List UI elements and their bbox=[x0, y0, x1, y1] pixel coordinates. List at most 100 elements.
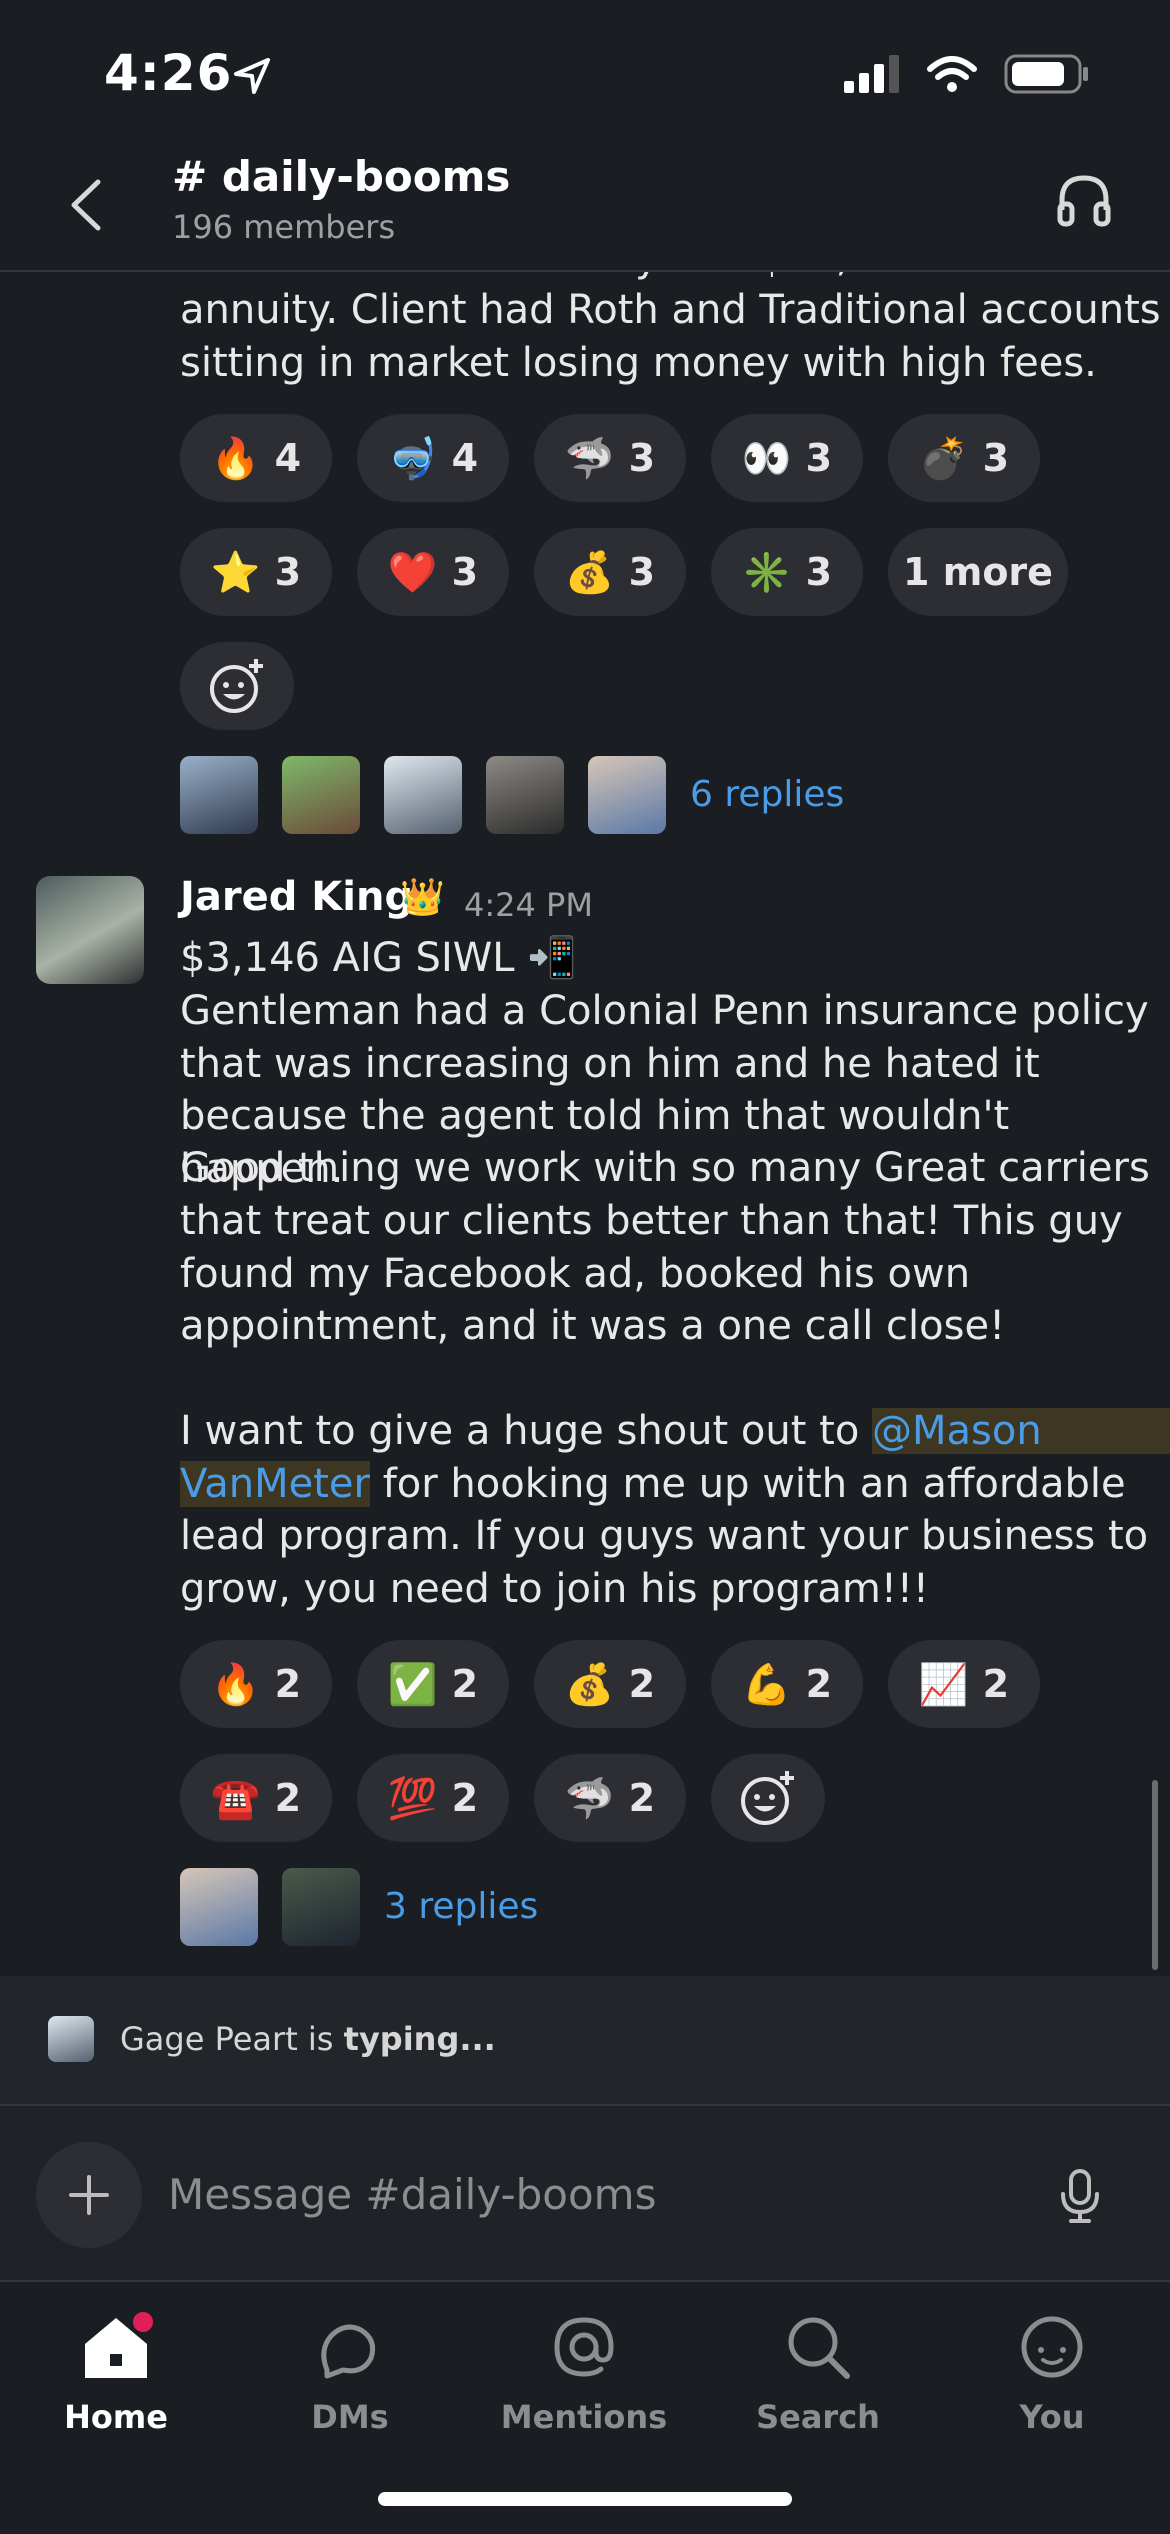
scrollbar[interactable] bbox=[1152, 1780, 1158, 1970]
channel-header: # daily-booms 196 members bbox=[0, 130, 1170, 272]
reaction-emoji: ⭐ bbox=[210, 549, 261, 596]
message-text: I want to give a huge shout out to @Maso… bbox=[180, 1405, 1170, 1458]
add-reaction-button[interactable] bbox=[180, 642, 294, 730]
reaction-pill[interactable]: ❤️ 3 bbox=[357, 528, 509, 616]
typing-text: Gage Peart is typing... bbox=[120, 2020, 496, 2058]
attach-button[interactable] bbox=[36, 2142, 142, 2248]
channel-member-count[interactable]: 196 members bbox=[172, 208, 395, 246]
reaction-emoji: 📈 bbox=[918, 1661, 969, 1708]
reaction-pill[interactable]: 🔥 4 bbox=[180, 414, 332, 502]
reaction-count: 4 bbox=[451, 436, 479, 480]
reaction-pill[interactable]: 👀 3 bbox=[711, 414, 863, 502]
message-headline: $3,146 AIG SIWL 📲 bbox=[180, 935, 578, 981]
reaction-pill[interactable]: 💪 2 bbox=[711, 1640, 863, 1728]
tab-dms[interactable]: DMs bbox=[260, 2312, 440, 2436]
reaction-emoji: 💪 bbox=[741, 1661, 792, 1708]
more-reactions-label: 1 more bbox=[903, 550, 1053, 594]
message-text: found my Facebook ad, booked his own bbox=[180, 1251, 971, 1297]
shout-text: for hooking me up with an affordable bbox=[369, 1461, 1126, 1507]
cellular-signal-icon bbox=[844, 55, 899, 93]
reaction-emoji: 💰 bbox=[564, 1661, 615, 1708]
message-input[interactable]: Message #daily-booms bbox=[168, 2170, 656, 2219]
replier-avatar bbox=[282, 756, 360, 834]
status-time: 4:26 bbox=[104, 44, 233, 102]
tab-home[interactable]: Home bbox=[26, 2308, 206, 2436]
typing-avatar bbox=[48, 2016, 94, 2062]
reaction-pill[interactable]: 💣 3 bbox=[888, 414, 1040, 502]
thread-replies-link[interactable]: 3 replies bbox=[384, 1886, 538, 1927]
message-text: appointment, and it was a one call close… bbox=[180, 1303, 1006, 1349]
replier-avatar bbox=[180, 756, 258, 834]
reaction-emoji: ☎️ bbox=[210, 1775, 261, 1822]
thread-replies-link[interactable]: 6 replies bbox=[690, 774, 844, 815]
reaction-count: 3 bbox=[805, 436, 833, 480]
reaction-pill[interactable]: 📈 2 bbox=[888, 1640, 1040, 1728]
reaction-pill[interactable]: ⭐ 3 bbox=[180, 528, 332, 616]
author-name[interactable]: Jared King bbox=[180, 874, 413, 920]
message-text: Gentleman had a Colonial Penn insurance … bbox=[180, 988, 1149, 1034]
author-badge: 👑 bbox=[400, 877, 445, 918]
reaction-count: 2 bbox=[805, 1662, 833, 1706]
microphone-icon[interactable] bbox=[1058, 2168, 1102, 2224]
plus-icon bbox=[69, 2175, 109, 2215]
message-text: annuity. Client had Roth and Traditional… bbox=[180, 287, 1161, 333]
user-mention[interactable]: VanMeter bbox=[180, 1461, 370, 1507]
dms-icon bbox=[321, 2324, 376, 2379]
channel-title[interactable]: # daily-booms bbox=[172, 152, 510, 201]
headphones-icon[interactable] bbox=[1054, 170, 1114, 230]
reaction-pill[interactable]: 🔥 2 bbox=[180, 1640, 332, 1728]
reaction-emoji: ✳️ bbox=[741, 549, 792, 596]
tab-you[interactable]: You bbox=[962, 2312, 1142, 2436]
home-indicator[interactable] bbox=[378, 2492, 792, 2506]
reaction-count: 3 bbox=[451, 550, 479, 594]
reaction-pill[interactable]: 💰 3 bbox=[534, 528, 686, 616]
message-text: that was increasing on him and he hated … bbox=[180, 1041, 1040, 1087]
reaction-pill[interactable]: 💰 2 bbox=[534, 1640, 686, 1728]
replier-avatar bbox=[384, 756, 462, 834]
reaction-pill[interactable]: ✳️ 3 bbox=[711, 528, 863, 616]
add-reaction-icon bbox=[210, 659, 263, 713]
tab-label: Home bbox=[64, 2398, 168, 2436]
reaction-count: 2 bbox=[274, 1662, 302, 1706]
back-chevron-icon[interactable] bbox=[58, 170, 118, 240]
replier-avatar bbox=[180, 1868, 258, 1946]
author-avatar[interactable] bbox=[36, 876, 144, 984]
typing-user: Gage Peart bbox=[120, 2020, 298, 2058]
reaction-emoji: ✅ bbox=[387, 1661, 438, 1708]
reaction-emoji: 💣 bbox=[918, 435, 969, 482]
user-mention[interactable]: @Mason bbox=[872, 1408, 1170, 1454]
more-reactions-button[interactable]: 1 more bbox=[888, 528, 1068, 616]
reaction-pill[interactable]: ☎️ 2 bbox=[180, 1754, 332, 1842]
reaction-emoji: 🔥 bbox=[210, 1661, 261, 1708]
reaction-count: 2 bbox=[628, 1776, 656, 1820]
message-text: sitting in market losing money with high… bbox=[180, 340, 1097, 386]
replier-avatar bbox=[282, 1868, 360, 1946]
reaction-count: 2 bbox=[628, 1662, 656, 1706]
add-reaction-button[interactable] bbox=[711, 1754, 825, 1842]
at-sign-icon bbox=[554, 2317, 614, 2377]
reaction-emoji: 🔥 bbox=[210, 435, 261, 482]
reaction-count: 3 bbox=[628, 550, 656, 594]
reaction-emoji: 👀 bbox=[741, 435, 792, 482]
message-text: VanMeter for hooking me up with an affor… bbox=[180, 1458, 1126, 1511]
message-text: Good thing we work with so many Great ca… bbox=[180, 1145, 1150, 1191]
replier-avatar bbox=[588, 756, 666, 834]
reaction-count: 2 bbox=[982, 1662, 1010, 1706]
reaction-count: 4 bbox=[274, 436, 302, 480]
reaction-emoji: 🦈 bbox=[564, 1775, 615, 1822]
reaction-pill[interactable]: 🤿 4 bbox=[357, 414, 509, 502]
reaction-emoji: 🤿 bbox=[387, 435, 438, 482]
tab-mentions[interactable]: Mentions bbox=[494, 2312, 674, 2436]
tab-label: You bbox=[1019, 2398, 1085, 2436]
home-icon bbox=[85, 2308, 157, 2378]
tab-search[interactable]: Search bbox=[728, 2312, 908, 2436]
reaction-pill[interactable]: 🦈 2 bbox=[534, 1754, 686, 1842]
message-composer: Message #daily-booms bbox=[0, 2104, 1170, 2282]
reaction-count: 3 bbox=[982, 436, 1010, 480]
reaction-pill[interactable]: 💯 2 bbox=[357, 1754, 509, 1842]
reaction-count: 2 bbox=[274, 1776, 302, 1820]
reaction-pill[interactable]: ✅ 2 bbox=[357, 1640, 509, 1728]
tab-label: Mentions bbox=[500, 2398, 668, 2436]
message-text: grow, you need to join his program!!! bbox=[180, 1566, 929, 1612]
reaction-pill[interactable]: 🦈 3 bbox=[534, 414, 686, 502]
